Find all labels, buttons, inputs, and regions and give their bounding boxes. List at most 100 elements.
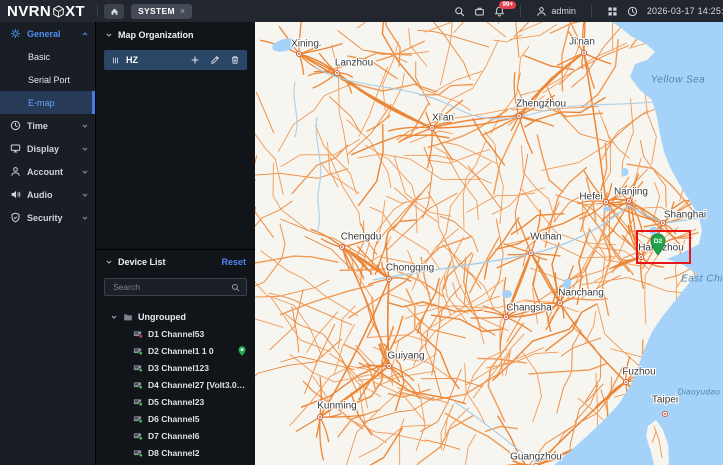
device-name: D7 Channel6	[148, 430, 200, 441]
device-row-d4[interactable]: D4 Channel27 [Volt3.0]_IP...	[96, 376, 255, 393]
device-name: D4 Channel27 [Volt3.0]_IP...	[148, 379, 247, 390]
city-dot-changsha	[503, 314, 509, 320]
device-row-d5[interactable]: D5 Channel23	[96, 393, 255, 410]
city-dot-kunming	[317, 414, 323, 420]
map-pin-icon	[237, 345, 247, 357]
notification-badge: 99+	[499, 0, 517, 9]
logo-hexcube-icon	[52, 4, 65, 18]
device-row-d8[interactable]: D8 Channel2	[96, 444, 255, 461]
device-search-box	[104, 278, 247, 296]
camera-device-icon	[133, 414, 143, 424]
device-row-d7[interactable]: D7 Channel6	[96, 427, 255, 444]
emap-panel: Map Organization HZ Device List Reset Un…	[95, 22, 255, 465]
city-dot-xining	[296, 51, 302, 57]
camera-device-icon	[133, 380, 143, 390]
home-button[interactable]	[104, 3, 125, 19]
city-label-nanjing: Nanjing	[614, 186, 648, 198]
sidebar-subitem-e-map[interactable]: E-map	[0, 91, 95, 114]
gear-icon	[10, 28, 21, 39]
delete-map-icon[interactable]	[230, 55, 240, 65]
chevron-down-icon	[81, 214, 89, 222]
city-label-shanghai: Shanghai	[663, 209, 707, 221]
city-label-taipei: Taipei	[651, 394, 679, 406]
city-dot-zhengzhou	[516, 113, 522, 119]
chevron-down-icon	[105, 258, 113, 266]
map-organization-header[interactable]: Map Organization	[96, 22, 255, 48]
tab-close-icon[interactable]: ×	[180, 6, 186, 16]
chevron-down-icon	[81, 168, 89, 176]
device-name: D2 Channel1 1 0	[148, 345, 214, 356]
city-label-xining: Xining	[291, 38, 319, 50]
city-dot-wuhan	[528, 250, 534, 256]
city-label-changsha: Changsha	[506, 302, 552, 314]
city-label-guiyang: Guiyang	[387, 350, 425, 362]
device-list-header[interactable]: Device List Reset	[96, 250, 255, 274]
toolbox-icon[interactable]	[474, 6, 485, 17]
device-map-marker-d2[interactable]: D2	[649, 233, 667, 261]
user-icon	[10, 166, 21, 177]
city-label-guangzhou: Guangzhou	[510, 451, 562, 463]
camera-device-icon	[133, 363, 143, 373]
emap-canvas[interactable]: Xining Lanzhou Xi'an Ji'nan Zhengzhou Hefei Na…	[255, 22, 723, 465]
top-bar: NVRN XT SYSTEM × 99+ admin 2026-03-17 14…	[0, 0, 723, 22]
user-menu[interactable]: admin	[536, 6, 576, 17]
chevron-up-icon	[81, 30, 89, 38]
tab-system[interactable]: SYSTEM ×	[131, 3, 193, 19]
device-row-d1[interactable]: D1 Channel53	[96, 325, 255, 342]
shield-icon	[10, 212, 21, 223]
sidebar-item-label: Display	[27, 143, 60, 154]
device-name: D8 Channel2	[148, 447, 200, 458]
device-row-d2[interactable]: D2 Channel1 1 0	[96, 342, 255, 359]
city-label-chongqing: Chongqing	[385, 262, 435, 274]
sidebar-item-general[interactable]: General	[0, 22, 95, 45]
reset-button[interactable]: Reset	[221, 257, 246, 267]
map-organization-section: Map Organization HZ	[96, 22, 255, 250]
add-map-icon[interactable]	[190, 55, 200, 65]
sidebar-item-security[interactable]: Security	[0, 206, 95, 229]
camera-device-icon	[133, 329, 143, 339]
city-dot-xi-an	[429, 125, 435, 131]
device-name: D1 Channel53	[148, 328, 205, 339]
app-logo: NVRN XT	[0, 3, 91, 20]
drag-handle-icon[interactable]	[111, 56, 120, 65]
edit-map-icon[interactable]	[210, 55, 220, 65]
grid-apps-icon[interactable]	[607, 6, 618, 17]
speaker-icon	[10, 189, 21, 200]
sidebar-item-time[interactable]: Time	[0, 114, 95, 137]
search-input[interactable]	[111, 281, 227, 293]
group-name: Ungrouped	[138, 311, 186, 322]
sidebar-item-label: Security	[27, 212, 63, 223]
chevron-down-icon	[110, 313, 118, 321]
device-tree: Ungrouped D1 Channel53 D2 Channel1 1 0 D3 …	[96, 308, 255, 461]
user-icon	[536, 6, 547, 17]
city-dot-guiyang	[386, 363, 392, 369]
device-row-d3[interactable]: D3 Channel123	[96, 359, 255, 376]
sidebar-subitem-label: E-map	[28, 97, 55, 108]
alarm-bell-icon[interactable]: 99+	[494, 0, 517, 17]
sidebar-item-label: Account	[27, 166, 63, 177]
sidebar-subitem-label: Serial Port	[28, 74, 71, 85]
sidebar-subitem-basic[interactable]: Basic	[0, 45, 95, 68]
camera-device-icon	[133, 397, 143, 407]
city-label-nanchang: Nanchang	[558, 287, 604, 299]
city-dot-ji-nan	[581, 50, 587, 56]
city-dot-taipei	[662, 411, 668, 417]
sidebar-item-account[interactable]: Account	[0, 160, 95, 183]
city-label-zhengzhou: Zhengzhou	[515, 98, 567, 110]
datetime: 2026-03-17 14:25:1	[646, 6, 723, 16]
city-dot-fuzhou	[623, 379, 629, 385]
map-item-hz[interactable]: HZ	[104, 50, 247, 70]
map-item-name: HZ	[126, 55, 138, 65]
device-row-d6[interactable]: D6 Channel5	[96, 410, 255, 427]
clock-icon	[627, 6, 638, 17]
sidebar-item-audio[interactable]: Audio	[0, 183, 95, 206]
topbar-divider	[97, 5, 99, 17]
folder-icon	[123, 312, 133, 322]
search-icon[interactable]	[231, 283, 240, 292]
sidebar-item-display[interactable]: Display	[0, 137, 95, 160]
sidebar-subitem-serial-port[interactable]: Serial Port	[0, 68, 95, 91]
city-label-hefei: Hefei	[579, 191, 603, 203]
device-name: D6 Channel5	[148, 413, 200, 424]
search-icon[interactable]	[454, 6, 465, 17]
device-group-ungrouped[interactable]: Ungrouped	[96, 308, 255, 325]
